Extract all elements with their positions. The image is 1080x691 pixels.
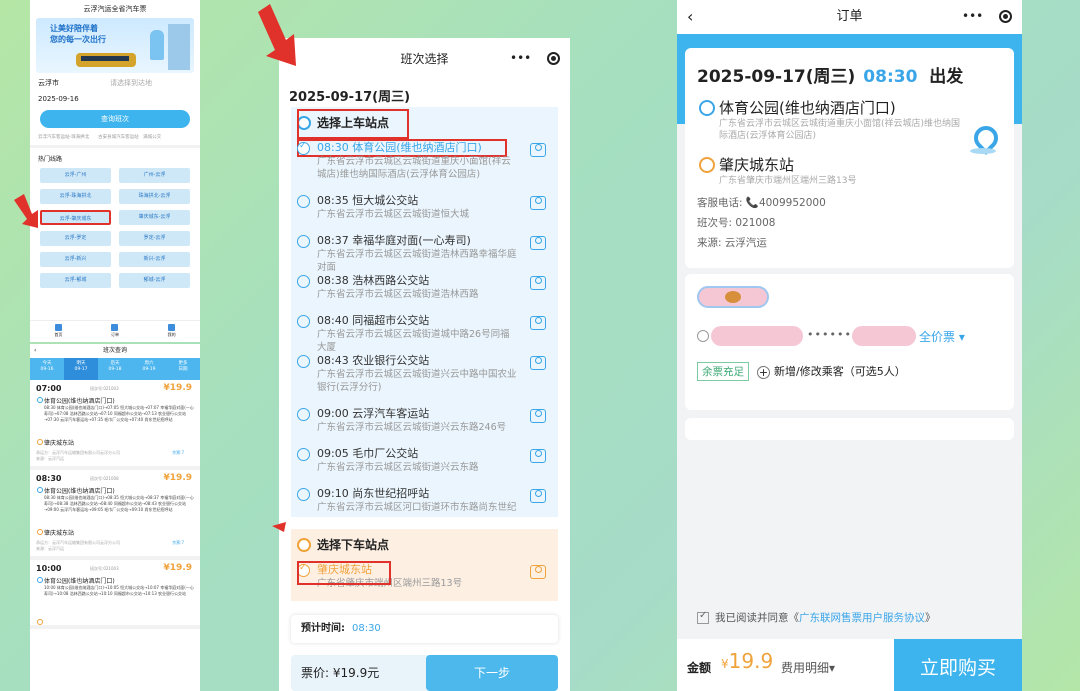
red-arrow-3 bbox=[272, 522, 286, 532]
red-arrow-1 bbox=[14, 194, 38, 228]
annotation-arrows bbox=[14, 4, 296, 532]
red-arrow-2 bbox=[258, 4, 296, 66]
